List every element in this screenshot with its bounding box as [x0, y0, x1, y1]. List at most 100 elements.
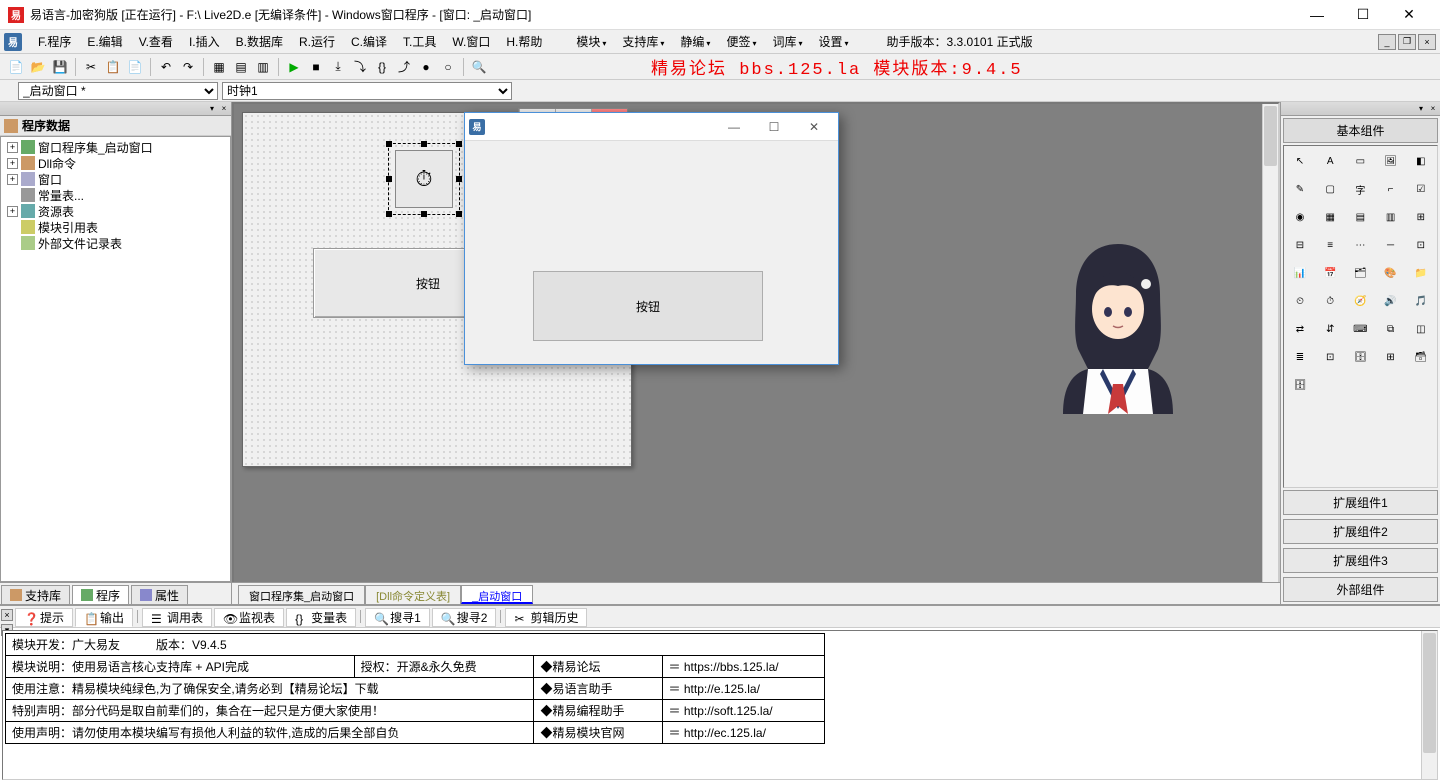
- menu-tools[interactable]: T.工具: [395, 33, 444, 50]
- palette-group-external[interactable]: 外部组件: [1283, 577, 1438, 602]
- palette-item[interactable]: ≣: [1288, 346, 1312, 368]
- tree-node[interactable]: 常量表...: [3, 187, 228, 203]
- palette-item[interactable]: 🗂: [1348, 262, 1372, 284]
- doc-tab[interactable]: _启动窗口: [461, 585, 533, 604]
- palette-group-ext2[interactable]: 扩展组件2: [1283, 519, 1438, 544]
- palette-item[interactable]: 🧭: [1348, 290, 1372, 312]
- palette-item[interactable]: ⇵: [1318, 318, 1342, 340]
- left-tab[interactable]: 支持库: [1, 585, 70, 604]
- tree-node[interactable]: +窗口: [3, 171, 228, 187]
- runtime-button[interactable]: 按钮: [533, 271, 763, 341]
- palette-item[interactable]: ⧉: [1379, 318, 1403, 340]
- menu-module[interactable]: 模块: [570, 33, 616, 50]
- stepout-button[interactable]: ⤴: [394, 57, 414, 77]
- palette-item[interactable]: ◧: [1409, 150, 1433, 172]
- bottom-tab[interactable]: {}变量表: [286, 608, 356, 627]
- layout1-button[interactable]: ▦: [209, 57, 229, 77]
- palette-item[interactable]: 🔊: [1379, 290, 1403, 312]
- palette-group-basic[interactable]: 基本组件: [1283, 118, 1438, 143]
- save-button[interactable]: 💾: [50, 57, 70, 77]
- palette-item[interactable]: ─: [1379, 234, 1403, 256]
- tree-node[interactable]: 外部文件记录表: [3, 235, 228, 251]
- menu-settings[interactable]: 设置: [813, 33, 859, 50]
- palette-item[interactable]: ▦: [1318, 206, 1342, 228]
- palette-group-ext3[interactable]: 扩展组件3: [1283, 548, 1438, 573]
- palette-group-ext1[interactable]: 扩展组件1: [1283, 490, 1438, 515]
- palette-item[interactable]: ⊡: [1318, 346, 1342, 368]
- palette-item[interactable]: ▭: [1348, 150, 1372, 172]
- center-scrollbar[interactable]: [1262, 104, 1278, 602]
- stop-button[interactable]: ■: [306, 57, 326, 77]
- palette-item[interactable]: ▤: [1348, 206, 1372, 228]
- palette-item[interactable]: 📅: [1318, 262, 1342, 284]
- designer-area[interactable]: _ ☐ × ⏱ 按钮 易 — ☐ ✕: [232, 102, 1280, 604]
- mdi-minimize-button[interactable]: _: [1378, 34, 1396, 50]
- palette-item[interactable]: 📁: [1409, 262, 1433, 284]
- tree-node[interactable]: +窗口程序集_启动窗口: [3, 139, 228, 155]
- palette-item[interactable]: 🎨: [1379, 262, 1403, 284]
- menu-run[interactable]: R.运行: [291, 33, 343, 50]
- palette-item[interactable]: ⊞: [1379, 346, 1403, 368]
- expand-icon[interactable]: +: [7, 158, 18, 169]
- bottom-tab[interactable]: 📋输出: [75, 608, 133, 627]
- palette-item[interactable]: ⊞: [1409, 206, 1433, 228]
- runtime-titlebar[interactable]: 易 — ☐ ✕: [465, 113, 838, 141]
- tree-node[interactable]: +资源表: [3, 203, 228, 219]
- palette-item[interactable]: 🗃: [1409, 346, 1433, 368]
- redo-button[interactable]: ↷: [178, 57, 198, 77]
- step-button[interactable]: ⤓: [328, 57, 348, 77]
- palette-item[interactable]: 📊: [1288, 262, 1312, 284]
- bottom-tab[interactable]: ❓提示: [15, 608, 73, 627]
- tree-node[interactable]: 模块引用表: [3, 219, 228, 235]
- menu-static[interactable]: 静编: [674, 33, 720, 50]
- paste-button[interactable]: 📄: [125, 57, 145, 77]
- palette-item[interactable]: ↖: [1288, 150, 1312, 172]
- copy-button[interactable]: 📋: [103, 57, 123, 77]
- timer-component[interactable]: ⏱: [388, 143, 460, 215]
- doc-tab[interactable]: 窗口程序集_启动窗口: [238, 585, 365, 604]
- open-button[interactable]: 📂: [28, 57, 48, 77]
- mdi-close-button[interactable]: ×: [1418, 34, 1436, 50]
- output-pane[interactable]: 模块开发：广大易友 版本：V9.4.5模块说明：使用易语言核心支持库 + API…: [2, 630, 1438, 780]
- palette-item[interactable]: ▥: [1379, 206, 1403, 228]
- palette-item[interactable]: ◫: [1409, 318, 1433, 340]
- palette-item[interactable]: ⊡: [1409, 234, 1433, 256]
- pane-pin-icon[interactable]: ▾: [207, 104, 217, 114]
- layout2-button[interactable]: ▤: [231, 57, 251, 77]
- palette-item[interactable]: ⌨: [1348, 318, 1372, 340]
- menu-insert[interactable]: I.插入: [181, 33, 228, 50]
- left-tab[interactable]: 程序: [72, 585, 129, 604]
- search-button[interactable]: 🔍: [469, 57, 489, 77]
- project-tree[interactable]: +窗口程序集_启动窗口+Dll命令+窗口常量表...+资源表模块引用表外部文件记…: [0, 136, 231, 582]
- expand-icon[interactable]: +: [7, 142, 18, 153]
- bottom-tab[interactable]: 👁监视表: [214, 608, 284, 627]
- output-scrollbar[interactable]: [1421, 631, 1437, 779]
- cut-button[interactable]: ✂: [81, 57, 101, 77]
- palette-item[interactable]: 字: [1348, 178, 1372, 200]
- menu-edit[interactable]: E.编辑: [79, 33, 130, 50]
- doc-tab[interactable]: [Dll命令定义表]: [365, 585, 461, 604]
- palette-item[interactable]: ◉: [1288, 206, 1312, 228]
- close-button[interactable]: ✕: [1386, 1, 1432, 29]
- new-button[interactable]: 📄: [6, 57, 26, 77]
- stepin-button[interactable]: {}: [372, 57, 392, 77]
- runtime-maximize-button[interactable]: ☐: [754, 115, 794, 139]
- tree-node[interactable]: +Dll命令: [3, 155, 228, 171]
- runtime-window[interactable]: 易 — ☐ ✕ 按钮: [464, 112, 839, 365]
- runtime-minimize-button[interactable]: —: [714, 115, 754, 139]
- component-selector[interactable]: 时钟1: [222, 82, 512, 100]
- palette-item[interactable]: ⏱: [1318, 290, 1342, 312]
- palette-item[interactable]: 🎵: [1409, 290, 1433, 312]
- menu-dict[interactable]: 词库: [766, 33, 812, 50]
- menu-view[interactable]: V.查看: [131, 33, 181, 50]
- palette-item[interactable]: ⇄: [1288, 318, 1312, 340]
- palette-item[interactable]: ☑: [1409, 178, 1433, 200]
- undo-button[interactable]: ↶: [156, 57, 176, 77]
- menu-window[interactable]: W.窗口: [444, 33, 498, 50]
- palette-item[interactable]: ⏲: [1288, 290, 1312, 312]
- expand-icon[interactable]: +: [7, 174, 18, 185]
- stepover-button[interactable]: ⤵: [350, 57, 370, 77]
- menu-notes[interactable]: 便签: [720, 33, 766, 50]
- left-tab[interactable]: 属性: [131, 585, 188, 604]
- palette-item[interactable]: ⊟: [1288, 234, 1312, 256]
